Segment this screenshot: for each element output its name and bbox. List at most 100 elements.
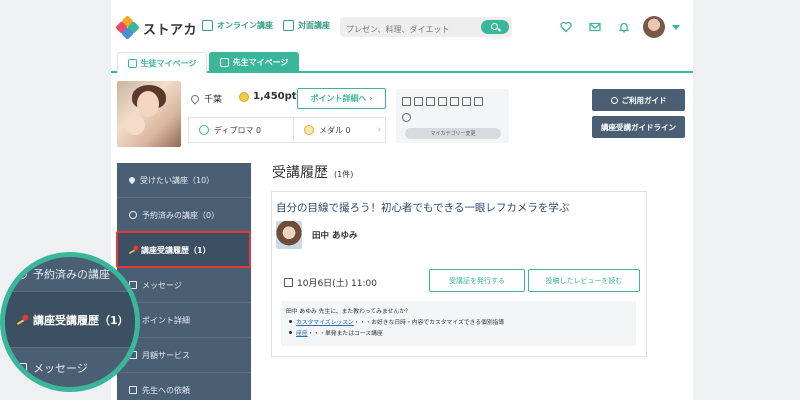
points: 1,450pt bbox=[239, 91, 297, 102]
teacher-avatar bbox=[276, 221, 302, 249]
heart-icon bbox=[127, 175, 137, 185]
page-title-text: 受講履歴 bbox=[272, 165, 328, 181]
brand-name: ストアカ bbox=[143, 22, 198, 38]
history-count: (1件) bbox=[334, 170, 354, 179]
nav-online-label: オンライン講座 bbox=[217, 21, 273, 30]
course-date: 10月6日(土) 11:00 bbox=[284, 276, 377, 289]
sidebar-item-monthly[interactable]: 月額サービス bbox=[117, 338, 251, 373]
points-value: 1,450pt bbox=[253, 91, 297, 102]
diploma-stat[interactable]: ディプロマ 0 bbox=[189, 118, 293, 142]
usage-guide-label: ご利用ガイド bbox=[621, 95, 667, 105]
search-button[interactable] bbox=[481, 20, 509, 34]
location: 千葉 bbox=[189, 92, 223, 105]
highlight-box bbox=[116, 231, 251, 268]
coin-icon bbox=[239, 91, 249, 102]
change-category-button[interactable]: マイカテゴリー変更 bbox=[405, 128, 501, 139]
tab-label: 生徒マイページ bbox=[140, 58, 197, 68]
location-text: 千葉 bbox=[204, 95, 223, 105]
building-icon bbox=[438, 97, 447, 106]
search-bar bbox=[340, 17, 512, 40]
sidebar-item-label: 月額サービス bbox=[142, 350, 190, 360]
music-icon bbox=[474, 97, 483, 106]
course-title[interactable]: 自分の目線で撮ろう！初心者でもできる一眼レフカメラを学ぶ bbox=[276, 200, 569, 215]
teacher-name: 田中 あゆみ bbox=[312, 231, 358, 241]
sidebar-menu: 受けたい講座（10） 予約済みの講座（0） 講座受講履歴（1） メッセージ ポイ… bbox=[117, 163, 251, 400]
course-date-text: 10月6日(土) 11:00 bbox=[297, 279, 377, 289]
zoom-item-messages: メッセージ bbox=[5, 348, 135, 387]
teacher-icon bbox=[219, 58, 229, 67]
mail-icon bbox=[17, 363, 27, 373]
recommend-line-1: カスタマイズレッスン ・・・お好きな日時・内容でカスタマイズできる個別指導 bbox=[286, 316, 631, 327]
recommend-line-2: 座座 ・・・単発またはコース講座 bbox=[286, 327, 631, 338]
nav-online-courses[interactable]: オンライン講座 bbox=[202, 20, 273, 31]
sidebar-item-wishlist[interactable]: 受けたい講座（10） bbox=[117, 163, 251, 198]
brand-logo[interactable]: ストアカ bbox=[115, 15, 198, 40]
tab-teacher-mypage[interactable]: 先生マイページ bbox=[209, 52, 299, 73]
zoom-item-label: 予約済みの講座 bbox=[33, 268, 110, 281]
chevron-down-icon[interactable] bbox=[672, 25, 680, 30]
profile-photo bbox=[117, 81, 181, 147]
usage-guide-button[interactable]: ご利用ガイド bbox=[592, 89, 685, 111]
chevron-right-icon[interactable]: › bbox=[377, 125, 381, 135]
zoom-item-label: メッセージ bbox=[33, 362, 88, 375]
heart-icon[interactable] bbox=[560, 21, 572, 33]
category-icons-row2 bbox=[402, 113, 411, 122]
course-card: 自分の目線で撮ろう！初心者でもできる一眼レフカメラを学ぶ 田中 あゆみ 10月6… bbox=[271, 191, 647, 357]
medal-count: メダル 0 bbox=[319, 125, 351, 135]
issue-certificate-button[interactable]: 受講証を発行する bbox=[429, 269, 525, 292]
page-frame: ストアカ オンライン講座 対面講座 生徒マイ bbox=[111, 0, 693, 400]
mail-icon[interactable] bbox=[589, 21, 601, 33]
sidebar-item-label: 受けたい講座（10） bbox=[140, 175, 215, 185]
teacher[interactable]: 田中 あゆみ bbox=[276, 221, 357, 249]
diploma-icon bbox=[199, 125, 209, 135]
category-icons bbox=[402, 97, 483, 106]
sidebar-item-label: 先生への依頼 bbox=[142, 385, 190, 395]
recommend-intro: 田中 あゆみ 先生に、また教わってみませんか？ bbox=[286, 309, 411, 315]
read-reviews-button[interactable]: 投稿したレビューを読む bbox=[528, 269, 640, 292]
lightbulb-icon bbox=[426, 97, 435, 106]
heart-care-icon bbox=[450, 97, 459, 106]
sidebar-item-label: メッセージ bbox=[142, 280, 182, 290]
globe-icon bbox=[402, 113, 411, 122]
calendar-icon bbox=[284, 278, 293, 287]
people-icon bbox=[129, 386, 137, 394]
sidebar-item-messages[interactable]: メッセージ bbox=[117, 268, 251, 303]
help-icon bbox=[610, 96, 618, 104]
mypage-tabs: 生徒マイページ 先生マイページ bbox=[111, 50, 693, 73]
nav-inperson-courses[interactable]: 対面講座 bbox=[283, 20, 330, 31]
zoom-item-reserved: 予約済みの講座 bbox=[5, 257, 135, 291]
nav-inperson-label: 対面講座 bbox=[298, 21, 330, 30]
key-icon bbox=[17, 314, 29, 325]
top-header: ストアカ オンライン講座 対面講座 bbox=[111, 12, 693, 44]
check-circle-icon bbox=[129, 211, 137, 219]
search-input[interactable] bbox=[340, 19, 470, 40]
diploma-count: ディプロマ 0 bbox=[214, 125, 262, 135]
sidebar-item-label: ポイント詳細 bbox=[142, 315, 190, 325]
computer-icon bbox=[414, 97, 423, 106]
user-avatar[interactable] bbox=[643, 16, 665, 38]
logo-icon bbox=[115, 15, 140, 40]
sidebar-item-reserved[interactable]: 予約済みの講座（0） bbox=[117, 198, 251, 233]
sidebar-item-label: 予約済みの講座（0） bbox=[142, 210, 220, 220]
student-icon bbox=[127, 58, 137, 68]
location-pin-icon bbox=[189, 92, 201, 105]
medal-icon bbox=[304, 125, 314, 135]
tab-label: 先生マイページ bbox=[232, 58, 289, 67]
page-title: 受講履歴 (1件) bbox=[272, 162, 353, 182]
medal-stat[interactable]: メダル 0 bbox=[294, 118, 374, 142]
zoom-item-history: 講座受講履歴（1） bbox=[5, 292, 135, 347]
bell-icon[interactable] bbox=[618, 21, 630, 33]
custom-lesson-link[interactable]: カスタマイズレッスン bbox=[296, 317, 354, 326]
course-guideline-button[interactable]: 講座受講ガイドライン bbox=[592, 116, 685, 138]
sidebar-item-requests[interactable]: 先生への依頼 bbox=[117, 373, 251, 400]
custom-lesson-text: ・・・お好きな日時・内容でカスタマイズできる個別指導 bbox=[353, 320, 505, 326]
course-link-text: ・・・単発またはコース講座 bbox=[307, 331, 383, 337]
course-link[interactable]: 座座 bbox=[296, 328, 308, 337]
achievements-bar: ディプロマ 0 メダル 0 › bbox=[188, 117, 386, 143]
recommend-box: 田中 あゆみ 先生に、また教わってみませんか？ カスタマイズレッスン ・・・お好… bbox=[281, 301, 636, 346]
points-detail-button[interactable]: ポイント詳細へ › bbox=[297, 88, 386, 109]
camera-icon bbox=[462, 97, 471, 106]
zoom-item-label: 講座受講履歴（1） bbox=[33, 313, 129, 327]
tab-student-mypage[interactable]: 生徒マイページ bbox=[117, 52, 207, 73]
business-icon bbox=[402, 97, 411, 106]
